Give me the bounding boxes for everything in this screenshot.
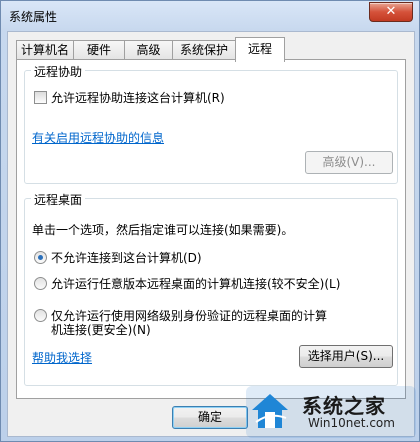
allow-remote-assistance-label[interactable]: 允许远程协助连接这台计算机(R)	[51, 89, 225, 106]
dialog-client: 计算机名 硬件 高级 系统保护 远程 远程协助 允许远程协助连接这台计算机(R)…	[7, 31, 415, 437]
site-watermark: 系统之家 Win10net.com	[246, 386, 416, 438]
window-title: 系统属性	[9, 10, 58, 24]
tab-computer-name[interactable]: 计算机名	[16, 40, 74, 60]
allow-any-version-label[interactable]: 允许运行任意版本远程桌面的计算机连接(较不安全)(L)	[51, 275, 340, 292]
close-button[interactable]: ✕	[369, 2, 413, 22]
ok-button[interactable]: 确定	[172, 406, 248, 429]
watermark-url: Win10net.com	[308, 416, 395, 430]
allow-remote-assistance-checkbox[interactable]	[34, 91, 47, 104]
remote-desktop-group: 远程桌面 单击一个选项，然后指定谁可以连接(如果需要)。 不允许连接到这台计算机…	[24, 191, 398, 386]
remote-desktop-instruction: 单击一个选项，然后指定谁可以连接(如果需要)。	[32, 223, 294, 237]
watermark-text: 系统之家	[302, 394, 386, 418]
title-bar[interactable]: 系统属性 ✕	[1, 1, 419, 31]
remote-desktop-title: 远程桌面	[31, 191, 86, 208]
deny-connections-label[interactable]: 不允许连接到这台计算机(D)	[51, 249, 202, 266]
remote-assistance-group: 远程协助 允许远程协助连接这台计算机(R) 有关启用远程协助的信息 高级(V).…	[24, 63, 398, 184]
remote-tab-panel: 远程协助 允许远程协助连接这台计算机(R) 有关启用远程协助的信息 高级(V).…	[16, 59, 406, 399]
radio-allow-any-version[interactable]	[34, 277, 47, 290]
tab-system-protection[interactable]: 系统保护	[172, 40, 236, 60]
remote-assistance-info-link[interactable]: 有关启用远程协助的信息	[32, 129, 164, 146]
radio-deny-connections[interactable]	[34, 251, 47, 264]
tab-remote[interactable]: 远程	[235, 37, 285, 62]
advanced-button[interactable]: 高级(V)...	[305, 151, 393, 174]
tab-hardware[interactable]: 硬件	[73, 40, 125, 60]
radio-allow-nla-only[interactable]	[34, 309, 47, 322]
remote-assistance-title: 远程协助	[31, 63, 86, 80]
tab-advanced[interactable]: 高级	[124, 40, 173, 60]
system-properties-window: 系统属性 ✕ 计算机名 硬件 高级 系统保护 远程 远程协助 允许远程协助连接这…	[0, 0, 420, 442]
allow-nla-label-line2[interactable]: 机连接(更安全)(N)	[51, 321, 151, 338]
house-logo-icon	[252, 394, 288, 428]
help-me-choose-link[interactable]: 帮助我选择	[32, 349, 92, 366]
select-users-button[interactable]: 选择用户(S)...	[299, 345, 393, 368]
